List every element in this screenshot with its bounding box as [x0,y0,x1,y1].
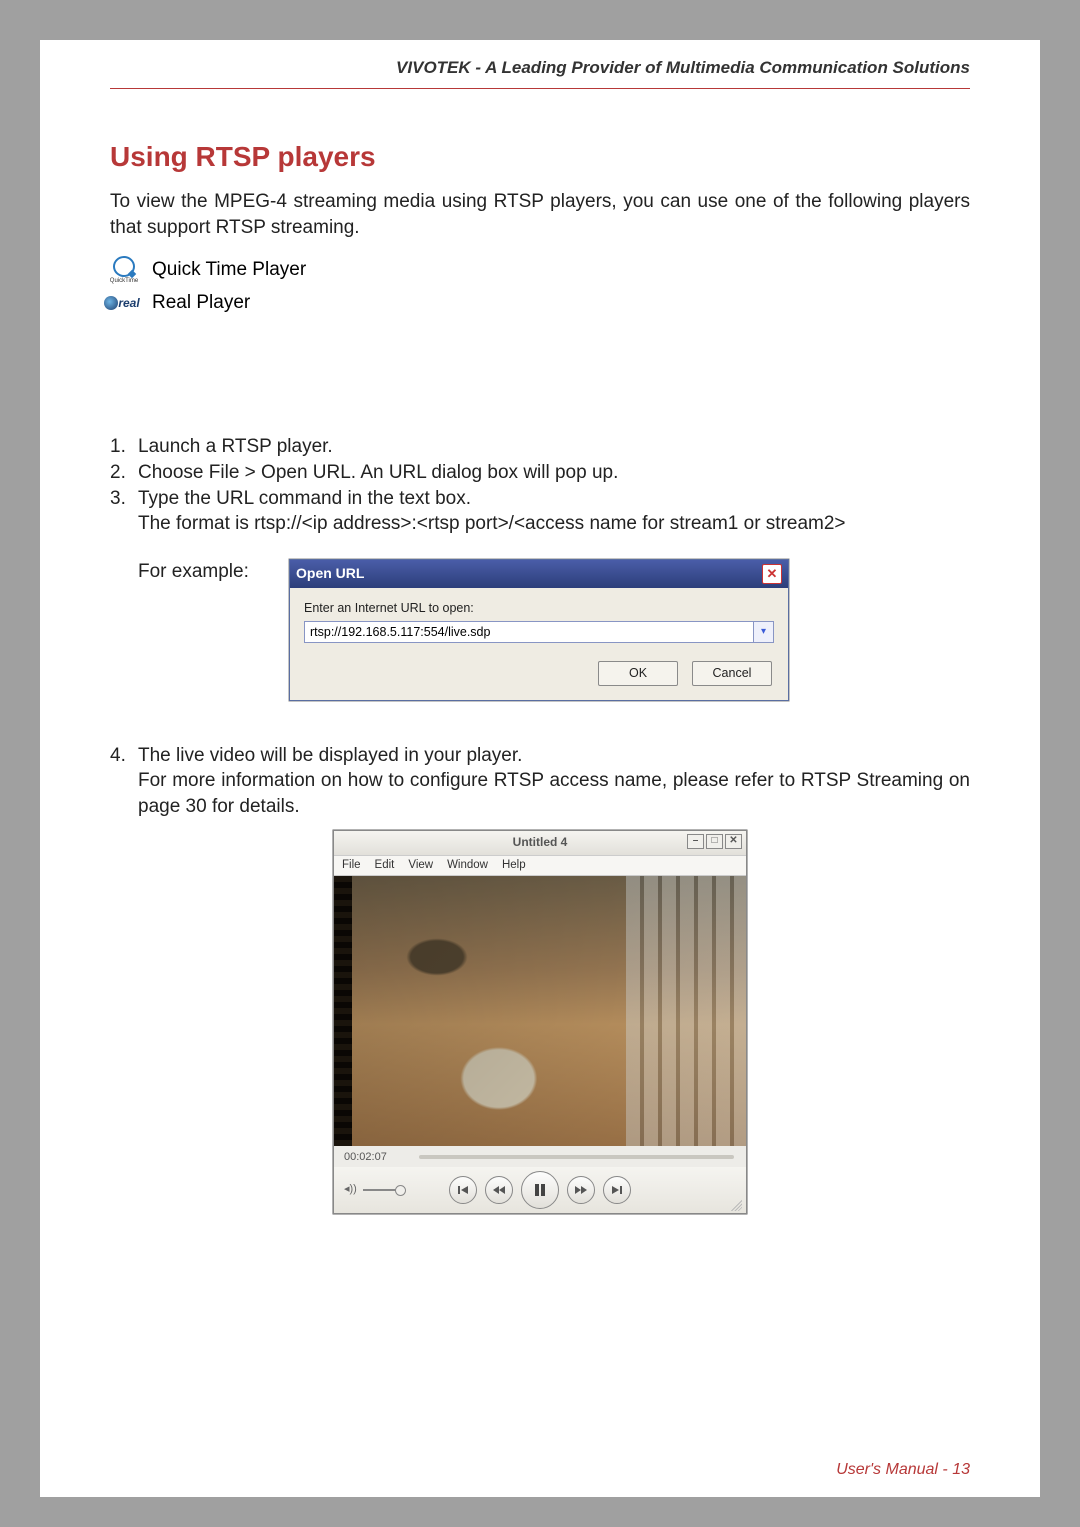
step-1-num: 1. [110,434,138,460]
minimize-icon[interactable]: – [687,834,704,849]
section-title: Using RTSP players [110,141,970,173]
step-4-num: 4. [110,743,138,769]
chevron-down-icon[interactable]: ▾ [754,621,774,643]
example-block: For example: Open URL ✕ Enter an Interne… [110,559,970,701]
skip-forward-button[interactable] [603,1176,631,1204]
manual-page: VIVOTEK - A Leading Provider of Multimed… [40,40,1040,1497]
step-1: 1. Launch a RTSP player. [110,434,970,460]
dialog-body: Enter an Internet URL to open: ▾ [290,588,788,651]
player-title-text: Untitled 4 [513,834,568,850]
step-4: 4. The live video will be displayed in y… [110,743,970,820]
forward-button[interactable] [567,1176,595,1204]
steps-block: 1. Launch a RTSP player. 2. Choose File … [110,434,970,1214]
url-input[interactable] [304,621,754,643]
time-display: 00:02:07 [344,1151,387,1163]
volume-control[interactable]: ◂)) [344,1182,403,1197]
url-combobox[interactable]: ▾ [304,621,774,643]
step-4-sub: For more information on how to configure… [138,768,970,819]
step-3: 3. Type the URL command in the text box. [110,486,970,512]
step-3-num: 3. [110,486,138,512]
time-bar[interactable]: 00:02:07 [334,1146,746,1167]
step-1-text: Launch a RTSP player. [138,434,970,460]
menu-help[interactable]: Help [502,858,526,874]
window-controls: – □ ✕ [687,834,742,849]
open-url-dialog: Open URL ✕ Enter an Internet URL to open… [289,559,789,701]
maximize-icon[interactable]: □ [706,834,723,849]
step-2-text: Choose File > Open URL. An URL dialog bo… [138,460,970,486]
menu-view[interactable]: View [408,858,433,874]
step-3-sub: The format is rtsp://<ip address>:<rtsp … [138,511,970,537]
example-label: For example: [138,559,273,585]
player-menubar: File Edit View Window Help [334,855,746,877]
realplayer-label: Real Player [152,292,250,314]
rewind-button[interactable] [485,1176,513,1204]
skip-back-button[interactable] [449,1176,477,1204]
dialog-field-label: Enter an Internet URL to open: [304,600,774,617]
step-2-num: 2. [110,460,138,486]
dialog-title-text: Open URL [296,564,364,583]
quicktime-player-window: Untitled 4 – □ ✕ File Edit View Window H… [333,830,747,1214]
cancel-button[interactable]: Cancel [692,661,772,686]
intro-paragraph: To view the MPEG-4 streaming media using… [110,189,970,240]
dialog-titlebar: Open URL ✕ [290,560,788,588]
dialog-buttons: OK Cancel [290,651,788,700]
player-row-real: real Real Player [110,292,970,314]
quicktime-icon: QuickTime [110,256,138,284]
step-3-text: Type the URL command in the text box. [138,486,970,512]
player-row-quicktime: QuickTime Quick Time Player [110,256,970,284]
menu-window[interactable]: Window [447,858,488,874]
players-list: QuickTime Quick Time Player real Real Pl… [110,256,970,314]
quicktime-icon-sub: QuickTime [110,278,138,284]
page-footer: User's Manual - 13 [836,1461,970,1479]
close-window-icon[interactable]: ✕ [725,834,742,849]
player-controls: ◂)) [334,1167,746,1213]
quicktime-label: Quick Time Player [152,259,306,281]
volume-slider[interactable] [363,1189,403,1191]
progress-track[interactable] [419,1155,734,1159]
video-area [334,876,746,1146]
menu-file[interactable]: File [342,858,361,874]
realplayer-icon: real [110,294,138,312]
player-titlebar: Untitled 4 – □ ✕ [334,831,746,855]
menu-edit[interactable]: Edit [375,858,395,874]
speaker-icon: ◂)) [344,1182,357,1197]
ok-button[interactable]: OK [598,661,678,686]
step-2: 2. Choose File > Open URL. An URL dialog… [110,460,970,486]
page-header: VIVOTEK - A Leading Provider of Multimed… [110,58,970,89]
pause-button[interactable] [521,1171,559,1209]
close-icon[interactable]: ✕ [762,564,782,584]
resize-grip-icon[interactable] [728,1197,742,1211]
step-4-text: The live video will be displayed in your… [138,743,970,769]
